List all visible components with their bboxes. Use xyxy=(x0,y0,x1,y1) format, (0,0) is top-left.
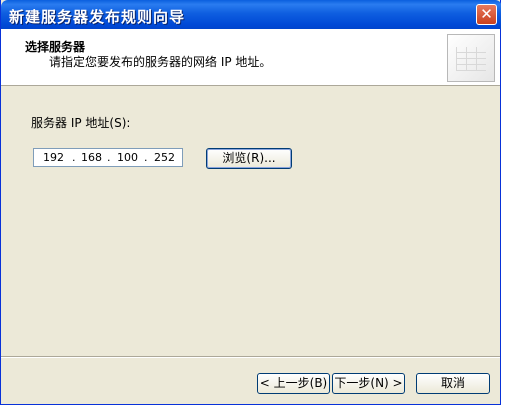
page-subtitle: 请指定您要发布的服务器的网络 IP 地址。 xyxy=(49,55,272,69)
footer-divider xyxy=(1,356,500,358)
ip-octet-3[interactable]: 100 xyxy=(117,151,138,164)
wizard-window: 新建服务器发布规则向导 ✕ 选择服务器 请指定您要发布的服务器的网络 IP 地址… xyxy=(0,0,502,405)
grid-graphic xyxy=(456,47,486,71)
server-ip-label: 服务器 IP 地址(S): xyxy=(31,116,131,130)
next-button[interactable]: 下一步(N) > xyxy=(332,373,405,394)
close-button[interactable]: ✕ xyxy=(476,4,497,25)
window-title: 新建服务器发布规则向导 xyxy=(9,8,186,26)
ip-dot: . xyxy=(144,151,148,164)
cancel-button[interactable]: 取消 xyxy=(416,373,490,394)
ip-dot: . xyxy=(107,151,111,164)
ip-dot: . xyxy=(72,151,76,164)
wizard-banner-icon xyxy=(447,34,495,82)
browse-button[interactable]: 浏览(R)... xyxy=(206,148,292,169)
ip-octet-2[interactable]: 168 xyxy=(81,151,102,164)
close-icon: ✕ xyxy=(480,5,493,23)
ip-address-field[interactable]: 192 . 168 . 100 . 252 xyxy=(33,148,183,167)
ip-octet-1[interactable]: 192 xyxy=(43,151,64,164)
title-bar[interactable]: 新建服务器发布规则向导 ✕ xyxy=(1,0,502,29)
desktop-edge xyxy=(501,0,505,408)
ip-octet-4[interactable]: 252 xyxy=(154,151,175,164)
wizard-header: 选择服务器 请指定您要发布的服务器的网络 IP 地址。 xyxy=(1,29,500,86)
back-button[interactable]: < 上一步(B) xyxy=(257,373,330,394)
